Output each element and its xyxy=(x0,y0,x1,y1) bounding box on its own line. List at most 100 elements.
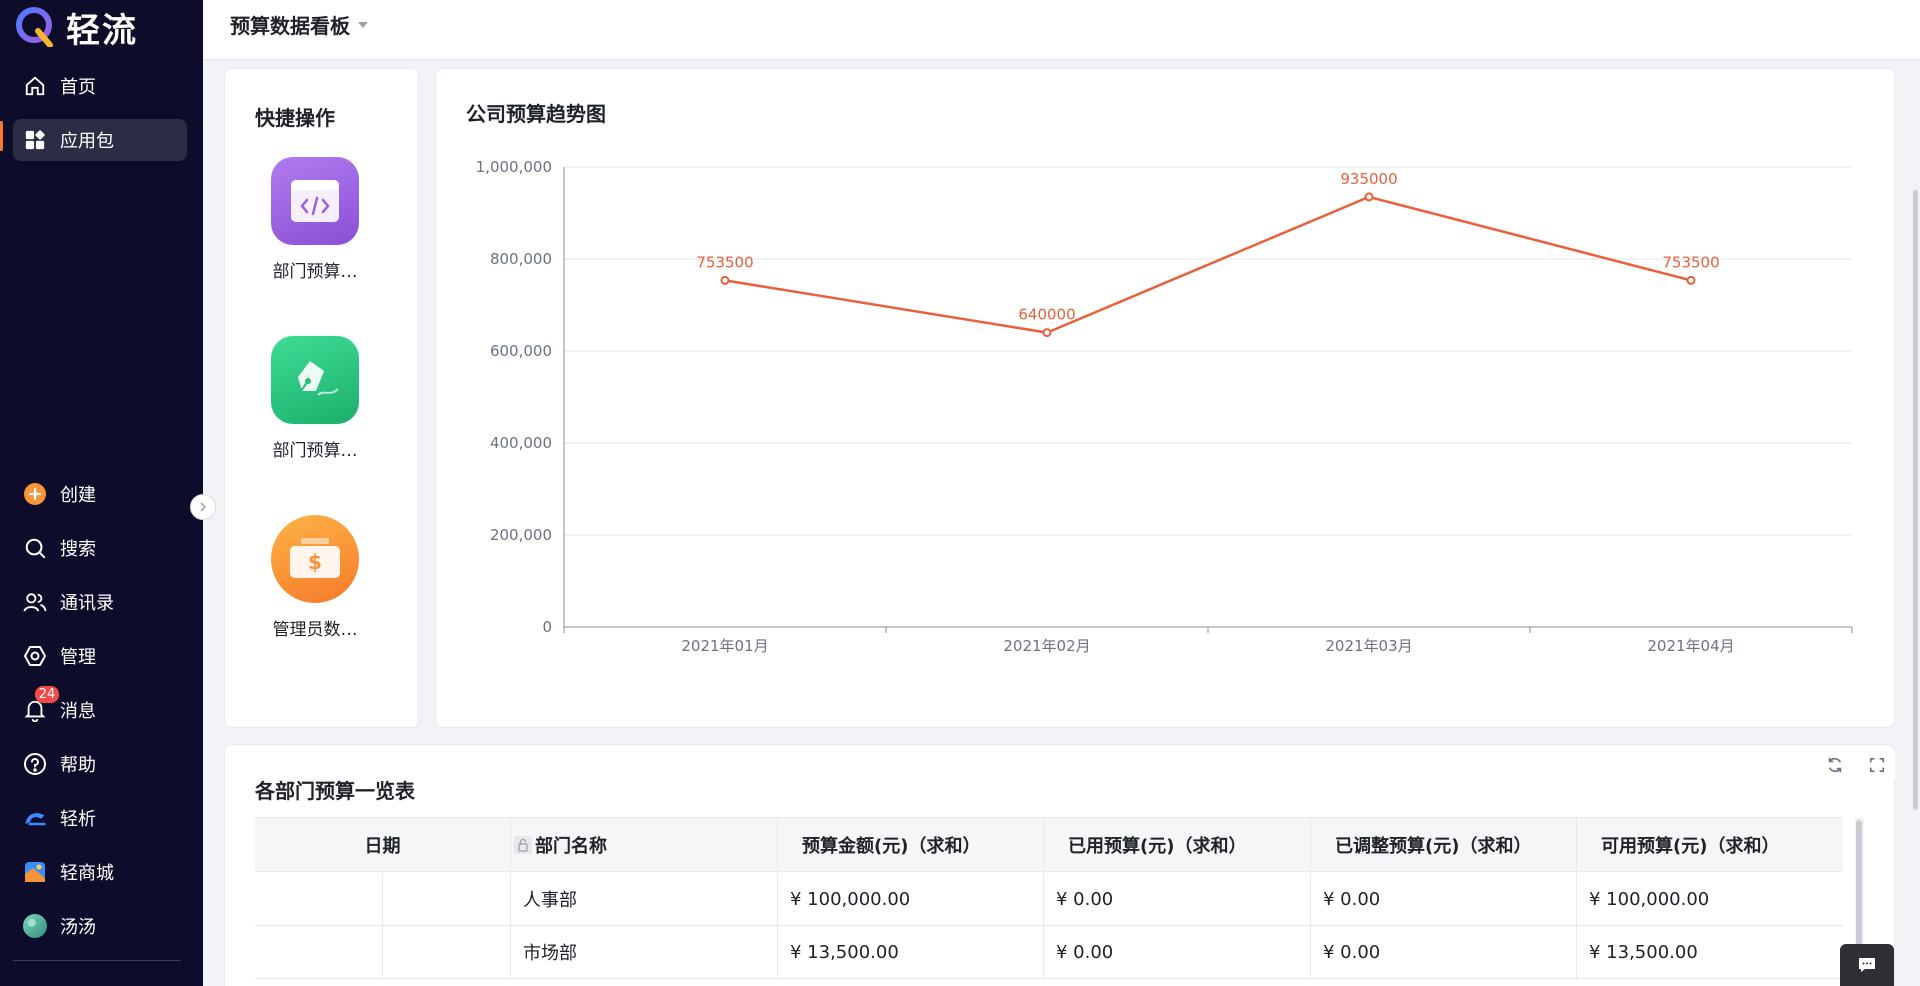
sidebar-item-label: 汤汤 xyxy=(60,917,96,938)
pen-icon xyxy=(271,336,359,424)
data-label: 753500 xyxy=(696,253,753,271)
chat-support-button[interactable] xyxy=(1840,944,1894,986)
help-icon xyxy=(23,752,47,776)
table-cell: ¥ 100,000.00 xyxy=(778,873,1044,925)
sidebar-item-apps[interactable]: 应用包 xyxy=(13,119,187,161)
budget-trend-chart-card: 公司预算趋势图 0 200,000 400,000 600,000 800,000 1,0… xyxy=(435,68,1895,728)
sidebar-item-label: 创建 xyxy=(60,485,96,506)
sidebar-item-label: 管理 xyxy=(60,647,96,668)
sidebar-item-contacts[interactable]: 通讯录 xyxy=(13,581,187,623)
plus-circle-icon xyxy=(23,482,47,506)
data-label: 753500 xyxy=(1662,253,1719,271)
y-tick-label: 800,000 xyxy=(490,250,552,268)
active-indicator xyxy=(0,121,3,151)
x-tick-label: 2021年02月 xyxy=(1003,637,1090,655)
sidebar-item-label: 消息 xyxy=(60,701,96,722)
data-point xyxy=(1042,328,1052,338)
sidebar-divider xyxy=(13,960,181,961)
sidebar-item-label: 帮助 xyxy=(60,755,96,776)
series-line xyxy=(724,195,1692,334)
table-cell xyxy=(383,926,511,978)
y-tick-label: 1,000,000 xyxy=(476,158,552,176)
sidebar-item-label: 搜索 xyxy=(60,539,96,560)
message-count-badge: 24 xyxy=(35,686,59,703)
table-cell: ¥ 0.00 xyxy=(1311,873,1577,925)
data-label: 640000 xyxy=(1018,306,1075,324)
refresh-icon xyxy=(1828,757,1842,773)
bell-icon: 24 xyxy=(23,686,59,722)
sidebar-item-search[interactable]: 搜索 xyxy=(13,527,187,569)
quick-action-label: 管理员数… xyxy=(272,620,358,640)
department-budget-table-card: 各部门预算一览表 日期 部门名称 预算金额(元)（求和） 已用预算(元)（求和）… xyxy=(224,744,1895,986)
sidebar-item-store[interactable]: 轻商城 xyxy=(13,851,187,893)
page-scrollbar[interactable] xyxy=(1913,190,1918,810)
column-header-adjusted[interactable]: 已调整预算(元)（求和） xyxy=(1311,818,1577,871)
quick-actions-card: 快捷操作 部门预算… 部门预算… $ 管理员数… xyxy=(224,68,419,728)
quick-action-label: 部门预算… xyxy=(272,262,358,282)
table-cell: ¥ 0.00 xyxy=(1044,926,1311,978)
sidebar-item-label: 首页 xyxy=(60,77,96,98)
column-header-date[interactable]: 日期 xyxy=(255,818,511,871)
quick-action-label: 部门预算… xyxy=(272,441,358,461)
budget-table: 日期 部门名称 预算金额(元)（求和） 已用预算(元)（求和） 已调整预算(元)… xyxy=(255,817,1843,979)
expand-icon xyxy=(1869,757,1885,773)
brand-logo[interactable]: 轻流 xyxy=(16,6,138,51)
quick-action-tile[interactable]: $ 管理员数… xyxy=(271,515,359,640)
logo-q-icon xyxy=(16,7,56,48)
caret-down-icon xyxy=(358,21,368,28)
refresh-button[interactable] xyxy=(1817,747,1853,783)
y-tick-label: 0 xyxy=(542,618,552,636)
y-tick-label: 400,000 xyxy=(490,434,552,452)
sidebar-collapse-button[interactable] xyxy=(190,494,216,520)
data-point xyxy=(1364,192,1374,202)
sidebar-item-manage[interactable]: 管理 xyxy=(13,635,187,677)
search-icon xyxy=(23,536,47,560)
sidebar-item-help[interactable]: 帮助 xyxy=(13,743,187,785)
sidebar-item-label: 轻商城 xyxy=(60,863,114,884)
quick-action-tile[interactable]: 部门预算… xyxy=(271,157,359,282)
contacts-icon xyxy=(23,590,47,614)
table-title: 各部门预算一览表 xyxy=(255,779,415,803)
dashboard-title-dropdown[interactable]: 预算数据看板 xyxy=(230,10,368,39)
table-row[interactable]: 市场部 ¥ 13,500.00 ¥ 0.00 ¥ 0.00 ¥ 13,500.0… xyxy=(255,926,1843,979)
column-header-used[interactable]: 已用预算(元)（求和） xyxy=(1044,818,1311,871)
table-cell: ¥ 13,500.00 xyxy=(778,926,1044,978)
data-point xyxy=(720,275,730,285)
fullscreen-button[interactable] xyxy=(1859,747,1895,783)
sidebar-item-profile[interactable]: 汤汤 xyxy=(13,905,187,947)
y-tick-label: 200,000 xyxy=(490,526,552,544)
table-header-row: 日期 部门名称 预算金额(元)（求和） 已用预算(元)（求和） 已调整预算(元)… xyxy=(255,818,1843,872)
page-title: 预算数据看板 xyxy=(230,14,350,38)
sidebar-item-create[interactable]: 创建 xyxy=(13,473,187,515)
quick-action-tile[interactable]: 部门预算… xyxy=(271,336,359,461)
avatar xyxy=(23,914,47,938)
chat-icon xyxy=(1859,958,1875,972)
x-tick-label: 2021年01月 xyxy=(681,637,768,655)
table-cell: ¥ 100,000.00 xyxy=(1589,888,1710,910)
money-icon: $ xyxy=(271,515,359,603)
table-cell: ¥ 13,500.00 xyxy=(1589,941,1698,963)
column-header-budget[interactable]: 预算金额(元)（求和） xyxy=(778,818,1044,871)
code-window-icon xyxy=(271,157,359,245)
store-icon xyxy=(23,860,47,884)
sidebar-item-qingxi[interactable]: 轻析 xyxy=(13,797,187,839)
sidebar-item-home[interactable]: 首页 xyxy=(13,65,187,107)
table-cell: ¥ 0.00 xyxy=(1044,873,1311,925)
sidebar-item-label: 通讯录 xyxy=(60,593,114,614)
data-point xyxy=(1686,275,1696,285)
data-label: 935000 xyxy=(1340,170,1397,188)
table-cell: 市场部 xyxy=(511,926,778,978)
column-header-department[interactable]: 部门名称 xyxy=(511,818,778,871)
table-cell: ¥ 0.00 xyxy=(1311,926,1577,978)
table-row[interactable]: 人事部 ¥ 100,000.00 ¥ 0.00 ¥ 0.00 ¥ 100,000… xyxy=(255,873,1843,926)
top-header: 预算数据看板 xyxy=(203,0,1920,60)
brand-name: 轻流 xyxy=(66,10,138,51)
x-tick-label: 2021年04月 xyxy=(1647,637,1734,655)
table-cell xyxy=(255,873,383,925)
quick-actions-title: 快捷操作 xyxy=(255,106,335,130)
sidebar-item-messages[interactable]: 24 消息 xyxy=(13,686,187,731)
y-tick-label: 600,000 xyxy=(490,342,552,360)
sidebar: 轻流 首页 应用包 创建 搜索 通讯录 管理 24 消息 帮助 轻析 轻商城 汤… xyxy=(0,0,203,986)
column-header-available[interactable]: 可用预算(元)（求和） xyxy=(1577,818,1843,871)
svg-text:$: $ xyxy=(308,550,322,574)
